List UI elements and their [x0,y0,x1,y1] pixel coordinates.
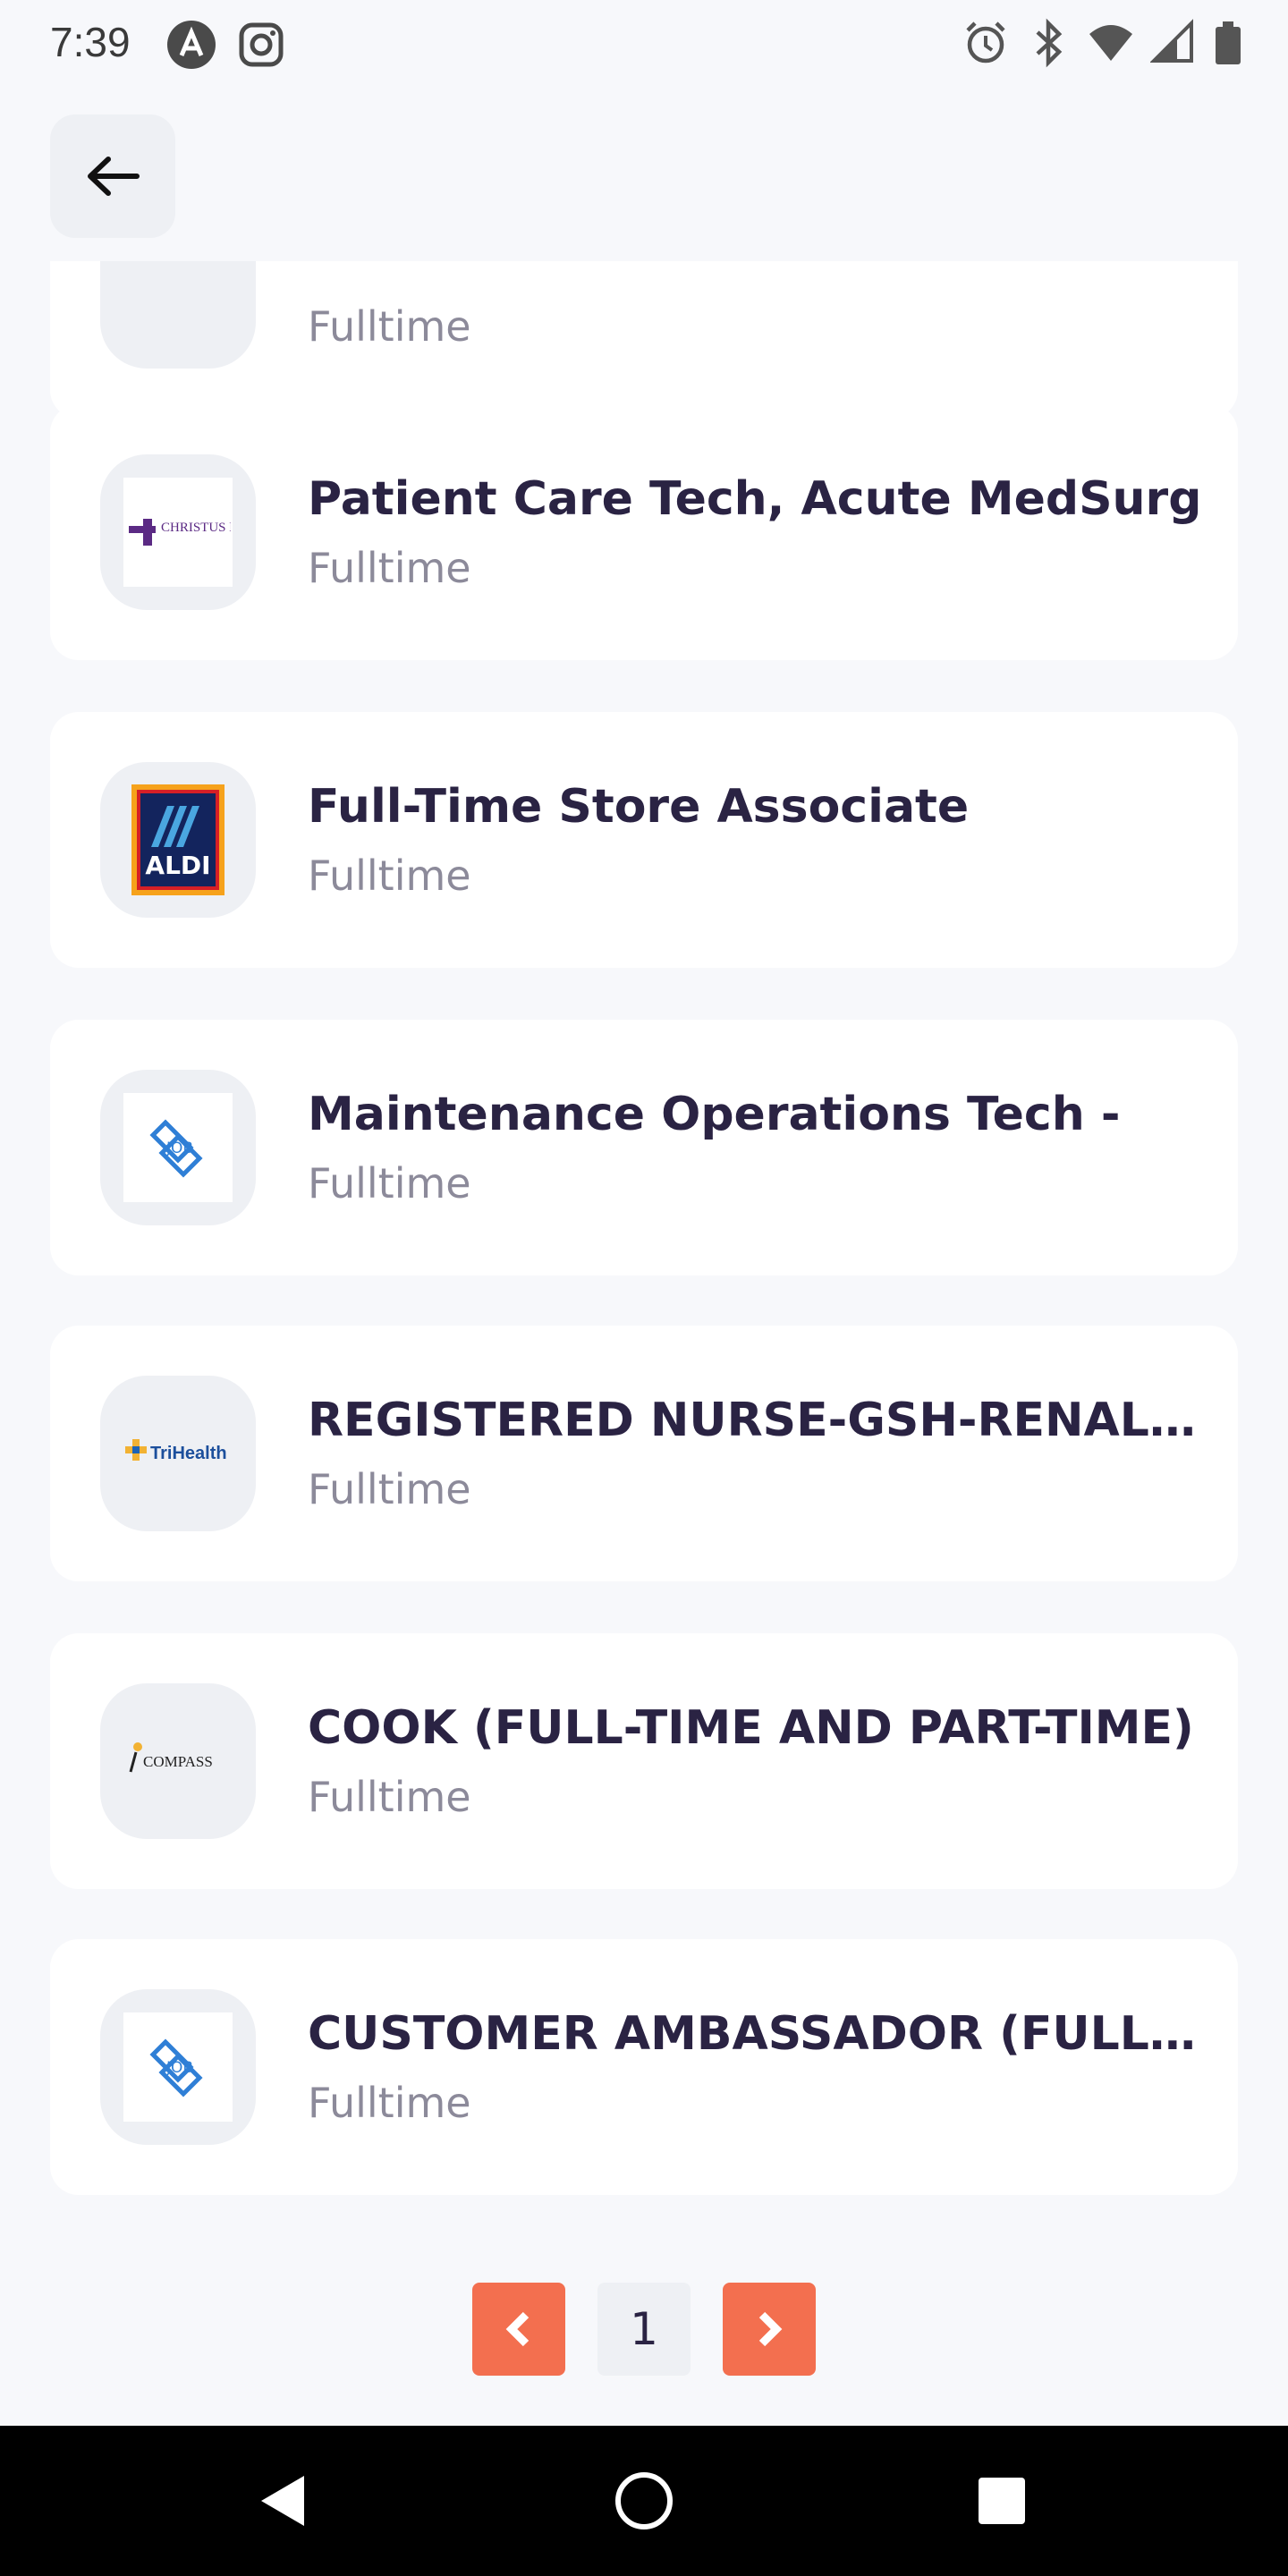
company-logo [100,261,256,369]
job-card[interactable]: COMPASS COOK (FULL-TIME AND PART-TIME) F… [50,1633,1238,1889]
nav-back-button[interactable] [247,2465,318,2537]
bluetooth-icon [1036,18,1063,68]
job-type: Fulltime [308,852,471,900]
job-title: Patient Care Tech, Acute MedSurg [308,472,1202,526]
company-logo-box: TriHealth [100,1376,256,1531]
nav-recents-button[interactable] [966,2465,1038,2537]
home-circle-icon [615,2472,673,2529]
status-time: 7:39 [50,19,131,65]
christus-health-logo: CHRISTUS Health [123,478,233,587]
job-logo: JOB [123,2012,233,2122]
company-logo-box: CHRISTUS Health [100,454,256,610]
chevron-right-icon [758,2311,783,2347]
job-card[interactable]: JOB CUSTOMER AMBASSADOR (FULL-TIME) Full… [50,1939,1238,2195]
job-type: Fulltime [308,302,471,351]
job-title: Maintenance Operations Tech - [308,1088,1121,1141]
job-type: Fulltime [308,1159,471,1208]
company-logo-box: ALDI [100,762,256,918]
job-title: COOK (FULL-TIME AND PART-TIME) [308,1701,1194,1755]
pagination: 1 [0,2283,1288,2376]
wifi-icon [1089,25,1132,61]
job-list[interactable]: Fulltime CHRISTUS Health Patient Care Te… [0,261,1288,2426]
job-logo: JOB [123,1093,233,1202]
job-title: Full-Time Store Associate [308,780,970,834]
previous-page-button[interactable] [472,2283,565,2376]
compass-logo-text: COMPASS [143,1753,213,1770]
back-button[interactable] [50,114,175,238]
signal-icon [1150,19,1193,63]
status-icons [962,18,1243,68]
alarm-icon [966,21,1005,64]
company-logo-box: COMPASS [100,1683,256,1839]
job-card[interactable]: JOB Maintenance Operations Tech - Fullti… [50,1020,1238,1275]
android-a-icon [167,21,216,69]
status-bar: 7:39 [0,0,1288,89]
job-type: Fulltime [308,2079,471,2127]
next-page-button[interactable] [723,2283,816,2376]
aldi-logo-text: ALDI [145,851,210,880]
back-triangle-icon [261,2476,304,2526]
aldi-logo: ALDI [131,784,225,895]
trihealth-logo: TriHealth [125,1439,227,1463]
job-logo-text: JOB [165,1140,193,1157]
chevron-left-icon [505,2311,530,2347]
current-page[interactable]: 1 [597,2283,691,2376]
system-nav-bar [0,2426,1288,2576]
company-logo-box: JOB [100,1070,256,1225]
instagram-icon [239,22,284,67]
job-type: Fulltime [308,1465,471,1513]
job-title: CUSTOMER AMBASSADOR (FULL-TIME) [308,2007,1202,2061]
job-card[interactable]: CHRISTUS Health Patient Care Tech, Acute… [50,404,1238,660]
compass-group-logo: COMPASS [129,1742,213,1773]
arrow-left-icon [88,157,140,196]
recents-square-icon [979,2478,1025,2524]
job-logo-text: JOB [165,2059,193,2077]
nav-home-button[interactable] [608,2465,680,2537]
job-card[interactable]: ALDI Full-Time Store Associate Fulltime [50,712,1238,968]
job-card[interactable]: TriHealth REGISTERED NURSE-GSH-RENAL UNI… [50,1326,1238,1581]
battery-icon [1216,21,1241,64]
job-title: REGISTERED NURSE-GSH-RENAL UNIT [308,1394,1202,1447]
company-logo-box: JOB [100,1989,256,2145]
christus-logo-text: CHRISTUS Health [161,521,231,535]
trihealth-logo-text: TriHealth [150,1444,227,1463]
job-type: Fulltime [308,544,471,592]
job-card[interactable]: Fulltime [50,261,1238,419]
job-type: Fulltime [308,1773,471,1821]
